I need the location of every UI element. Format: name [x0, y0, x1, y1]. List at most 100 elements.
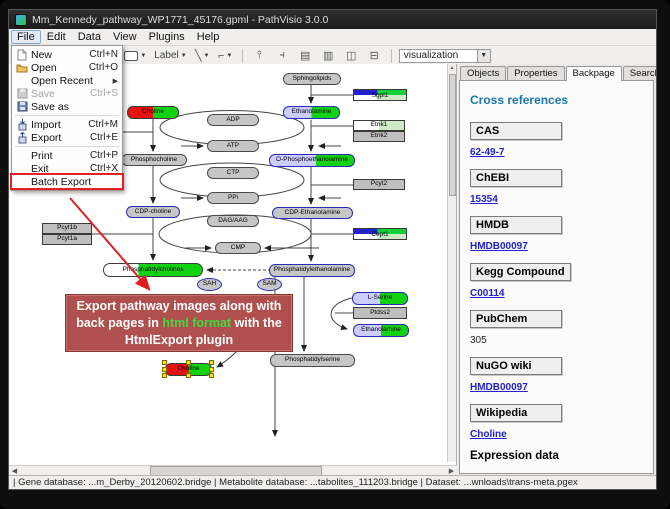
selection-handle[interactable] [162, 367, 167, 372]
screenshot-frame: Mm_Kennedy_pathway_WP1771_45176.gpml - P… [0, 0, 670, 509]
menu-edit[interactable]: Edit [41, 30, 72, 44]
file-menu-item-print[interactable]: PrintCtrl+P [12, 149, 122, 162]
selection-handle[interactable] [162, 373, 167, 378]
section-header: HMDB [470, 216, 562, 234]
menu-view[interactable]: View [107, 30, 143, 44]
crossref-link[interactable]: Choline [470, 429, 507, 440]
node-pcyt1b[interactable]: Pcyt1b [42, 223, 92, 234]
common-height-button[interactable]: ⊟ [365, 48, 384, 63]
menu-item-label: Export [31, 132, 61, 144]
file-menu-item-exit[interactable]: ExitCtrl+X [12, 162, 122, 175]
menu-item-label: Batch Export [31, 176, 91, 188]
node-cdp-ethanolamine[interactable]: CDP-Ethanolamine [272, 207, 353, 219]
crossref-link[interactable]: HMDB00097 [470, 382, 528, 393]
menu-help[interactable]: Help [191, 30, 226, 44]
crossref-value: 305 [470, 335, 653, 346]
node-cdp-choline[interactable]: CDP-choline [126, 206, 180, 218]
vertical-scrollbar-thumb[interactable] [449, 74, 456, 196]
node-cept1[interactable]: Cept1 [353, 228, 407, 240]
label-tool-button[interactable]: Label▼ [152, 48, 188, 63]
node-ctp[interactable]: CTP [207, 167, 259, 179]
dropdown-arrow-icon[interactable]: ▼ [181, 53, 187, 59]
menu-file[interactable]: File [11, 30, 41, 44]
file-menu-item-save-as[interactable]: Save as [12, 100, 122, 113]
menu-data[interactable]: Data [72, 30, 107, 44]
datanode-tool-button[interactable]: ▼ [122, 48, 148, 63]
node-dag-aag[interactable]: DAG/AAG [207, 215, 259, 227]
node-atp[interactable]: ATP [207, 140, 259, 152]
selection-handle[interactable] [209, 373, 214, 378]
line-icon: ╲ [195, 49, 202, 62]
shape-tool-button[interactable]: ⌐▼ [216, 48, 235, 63]
file-menu-item-export[interactable]: ExportCtrl+E [12, 131, 122, 144]
tab-backpage[interactable]: Backpage [566, 66, 622, 81]
dropdown-arrow-icon[interactable]: ▼ [204, 53, 210, 59]
file-menu-item-new[interactable]: New Ctrl+N [12, 48, 122, 61]
node-phosphatidylcholines[interactable]: Phosphatidylcholines [103, 263, 203, 277]
selection-handle[interactable] [209, 360, 214, 365]
file-menu-item-save[interactable]: SaveCtrl+S [12, 87, 122, 100]
selection-handle[interactable] [186, 360, 191, 365]
distribute-horizontal-button[interactable]: ▤ [296, 48, 315, 63]
node-phosphatidylethanolamine[interactable]: Phosphatidylethanolamine [269, 264, 355, 277]
node-ptdss2[interactable]: Ptdss2 [353, 307, 407, 319]
canvas-vertical-scrollbar[interactable]: ▴ [447, 64, 456, 462]
menu-item-shortcut: Ctrl+N [89, 49, 118, 60]
dropdown-arrow-icon[interactable]: ▼ [140, 53, 146, 59]
dropdown-arrow-icon[interactable]: ▼ [226, 53, 232, 59]
node-adp[interactable]: ADP [207, 114, 259, 126]
node-etnk1[interactable]: Etnk1 [353, 120, 405, 131]
crossref-link[interactable]: 62-49-7 [470, 147, 504, 158]
node-phosphocholine[interactable]: Phosphocholine [121, 154, 187, 166]
align-center-icon: ⫯ [257, 49, 262, 62]
node-pcyt2[interactable]: Pcyt2 [353, 179, 405, 190]
section-header: NuGO wiki [470, 357, 562, 375]
node-phosphatidylserine[interactable]: Phosphatidylserine [270, 354, 355, 367]
save-disk-icon [15, 88, 29, 99]
node-choline[interactable]: Choline [127, 106, 179, 119]
selection-handle[interactable] [209, 367, 214, 372]
title-bar: Mm_Kennedy_pathway_WP1771_45176.gpml - P… [9, 10, 656, 29]
node-sah[interactable]: SAH [197, 278, 222, 291]
backpage-section-hmdb: HMDB HMDB00097 [470, 215, 653, 252]
file-menu-item-batch-export[interactable]: Batch Export [12, 175, 122, 188]
node-o-phosphoethanolamine[interactable]: O-Phosphoethanolamine [269, 154, 355, 167]
node-cmp[interactable]: CMP [215, 242, 261, 254]
node-l-serine[interactable]: L-Serine [352, 292, 408, 305]
node-ppi[interactable]: PPi [207, 192, 259, 204]
visualization-combobox[interactable]: visualization ▼ [399, 49, 491, 63]
status-text: | Gene database: ...m_Derby_20120602.bri… [13, 477, 578, 488]
node-sphingolipids[interactable]: Sphingolipids [283, 73, 341, 85]
node-ethanolamine[interactable]: Ethanolamine [353, 324, 409, 337]
file-menu-item-open-recent[interactable]: Open Recent▶ [12, 74, 122, 87]
menu-item-label: New [31, 49, 52, 61]
file-menu-dropdown: New Ctrl+NOpenCtrl+OOpen Recent▶SaveCtrl+… [11, 45, 123, 191]
crossref-link[interactable]: 15354 [470, 194, 498, 205]
node-pcyt1a[interactable]: Pcyt1a [42, 234, 92, 245]
crossref-link[interactable]: C00114 [470, 288, 504, 299]
node-sam[interactable]: SAM [257, 278, 282, 291]
expression-data-heading: Expression data [470, 450, 653, 462]
tab-search[interactable]: Search [623, 66, 656, 80]
node-ethanolamine[interactable]: Ethanolamine [283, 106, 340, 119]
node-etnk2[interactable]: Etnk2 [353, 131, 405, 142]
visualization-dropdown-arrow-icon[interactable]: ▼ [477, 50, 490, 62]
line-tool-button[interactable]: ╲▼ [193, 48, 212, 63]
menu-item-shortcut: Ctrl+S [90, 88, 118, 99]
menu-plugins[interactable]: Plugins [143, 30, 191, 44]
selection-handle[interactable] [162, 360, 167, 365]
file-menu-item-import[interactable]: ImportCtrl+M [12, 118, 122, 131]
export-icon [15, 132, 29, 144]
node-sgpl1[interactable]: Sgpl1 [353, 89, 407, 101]
tab-objects[interactable]: Objects [460, 66, 506, 80]
file-menu-item-open[interactable]: OpenCtrl+O [12, 61, 122, 74]
align-center-button[interactable]: ⫯ [250, 48, 269, 63]
distribute-vertical-button[interactable]: ▥ [319, 48, 338, 63]
crossref-link[interactable]: HMDB00097 [470, 241, 528, 252]
backpage-panel: Cross references CAS62-49-7ChEBI15354HMD… [459, 80, 654, 474]
menu-item-label: Print [31, 150, 53, 162]
align-middle-button[interactable]: ⫞ [273, 48, 292, 63]
tab-properties[interactable]: Properties [507, 66, 564, 80]
selection-handle[interactable] [186, 373, 191, 378]
common-width-button[interactable]: ◫ [342, 48, 361, 63]
